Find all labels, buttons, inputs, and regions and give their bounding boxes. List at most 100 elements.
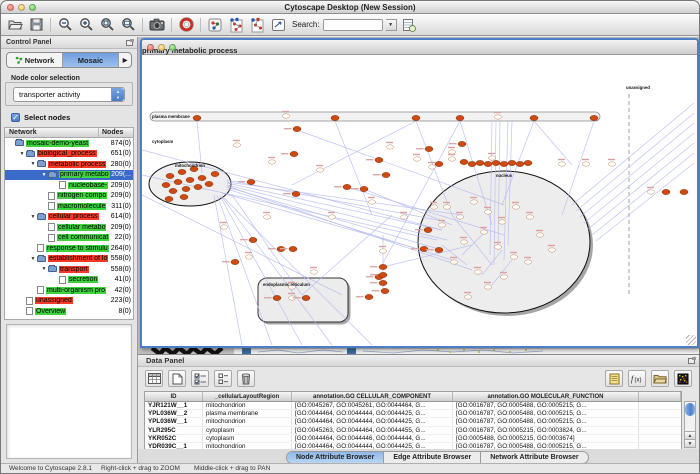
network-node[interactable] [424,227,432,232]
network-node[interactable] [245,255,252,259]
network-node[interactable] [458,141,466,146]
network-node[interactable] [498,220,505,224]
tree-row[interactable]: response to stimulu264(0) [5,243,133,254]
select-nodes-checkbox[interactable]: ✓ [11,113,20,122]
zoom-in-button[interactable] [77,16,95,34]
tree-row[interactable]: macromolecule311(0) [5,201,133,212]
network-node[interactable] [263,215,270,219]
expander-icon[interactable]: ▼ [18,151,26,157]
float-panel-icon[interactable] [126,40,133,46]
network-node[interactable] [302,295,310,300]
network-node[interactable] [289,246,297,251]
tab-mosaic[interactable]: Mosaic [63,53,119,67]
vizmapper-button[interactable] [269,16,287,34]
network-node[interactable] [413,157,420,161]
view-zoom-button[interactable] [169,44,176,51]
zoom-fit-button[interactable] [119,16,137,34]
network-node[interactable] [205,181,213,186]
scrollbar-thumb[interactable] [685,403,695,416]
network-node[interactable] [484,285,491,289]
network-canvas[interactable]: plasma membranecytoplasmmitochondrionnuc… [142,55,697,346]
network-node[interactable] [379,272,387,277]
table-row[interactable]: YPL036W__1mitochondrion[GO:0044464, GO:0… [145,418,681,426]
select-attributes-button[interactable] [191,370,209,387]
network-node[interactable] [365,294,373,299]
network-node[interactable] [460,240,467,244]
network-node[interactable] [211,171,219,176]
network-node[interactable] [174,179,182,184]
network-node[interactable] [558,162,565,166]
network-node[interactable] [233,143,240,147]
zoom-window-button[interactable] [29,4,36,11]
table-row[interactable]: YJR121W__1mitochondrion[GO:0045267, GO:0… [145,402,681,410]
network-node[interactable] [510,255,517,259]
tab-network[interactable]: Network [7,53,63,67]
expander-icon[interactable]: ▼ [29,214,37,220]
network-node[interactable] [488,156,495,160]
network-node[interactable] [400,215,407,219]
layout-region-button[interactable] [206,16,224,34]
network-node[interactable] [268,160,275,164]
network-node[interactable] [435,247,443,252]
network-node[interactable] [166,173,174,178]
tab-node-attribute-browser[interactable]: Node Attribute Browser [287,452,384,463]
help-button[interactable] [177,16,195,34]
network-node[interactable] [608,162,615,166]
network-node[interactable] [165,196,173,201]
network-node[interactable] [375,157,383,162]
expander-icon[interactable]: ▼ [29,256,37,262]
tree-row[interactable]: cell communicat22(0) [5,233,133,244]
network-node[interactable] [456,215,463,219]
tree-row[interactable]: nucleobase-209(0) [5,180,133,191]
network-node[interactable] [194,184,202,189]
network-node[interactable] [647,190,654,194]
network-node[interactable] [680,189,688,194]
network-node[interactable] [548,248,555,252]
network-node[interactable] [316,168,323,172]
column-header[interactable]: annotation.GO MOLECULAR_FUNCTION [453,392,639,401]
view-minimize-button[interactable] [158,44,165,51]
select-neighbors-button[interactable] [227,16,245,34]
save-button[interactable] [27,16,45,34]
network-node[interactable] [590,115,598,120]
tree-row[interactable]: unassigned223(0) [5,296,133,307]
network-node[interactable] [428,165,435,169]
network-node[interactable] [474,270,481,274]
node-color-dropdown[interactable]: transporter activity ▲▼ [13,87,125,102]
network-node[interactable] [430,205,437,209]
network-node[interactable] [360,186,368,191]
tree-column-nodes[interactable]: Nodes [99,128,133,137]
network-node[interactable] [169,188,177,193]
network-node[interactable] [282,114,289,118]
network-annotation-button[interactable] [248,16,266,34]
tree-row[interactable]: ▼metabolic process280(0) [5,159,133,170]
network-node[interactable] [500,275,507,279]
network-node[interactable] [293,126,301,131]
network-node[interactable] [536,233,543,237]
search-input[interactable] [323,19,383,31]
network-node[interactable] [178,169,186,174]
formula-builder-button[interactable]: f(x) [628,370,646,387]
tree-row[interactable]: ▼transport558(0) [5,264,133,275]
network-node[interactable] [500,161,508,166]
network-node[interactable] [524,260,531,264]
expander-icon[interactable]: ▼ [40,172,48,178]
network-node[interactable] [468,161,476,166]
expander-icon[interactable]: ▼ [29,161,37,167]
network-node[interactable] [494,245,501,249]
network-node[interactable] [386,145,393,149]
network-node[interactable] [516,161,524,166]
network-node[interactable] [328,215,335,219]
delete-attribute-button[interactable] [237,370,255,387]
import-table-button[interactable] [400,16,418,34]
network-node[interactable] [182,186,190,191]
network-node[interactable] [249,237,257,242]
network-node[interactable] [460,159,468,164]
open-button[interactable] [6,16,24,34]
tree-row[interactable]: ▼primary metabo209(... [5,170,133,181]
zoom-out-button[interactable] [56,16,74,34]
network-node[interactable] [480,230,487,234]
network-node[interactable] [435,161,443,166]
scroll-up-button[interactable]: ▲ [685,431,695,439]
tree-row[interactable]: mosaic-demo-yeast874(0) [5,138,133,149]
